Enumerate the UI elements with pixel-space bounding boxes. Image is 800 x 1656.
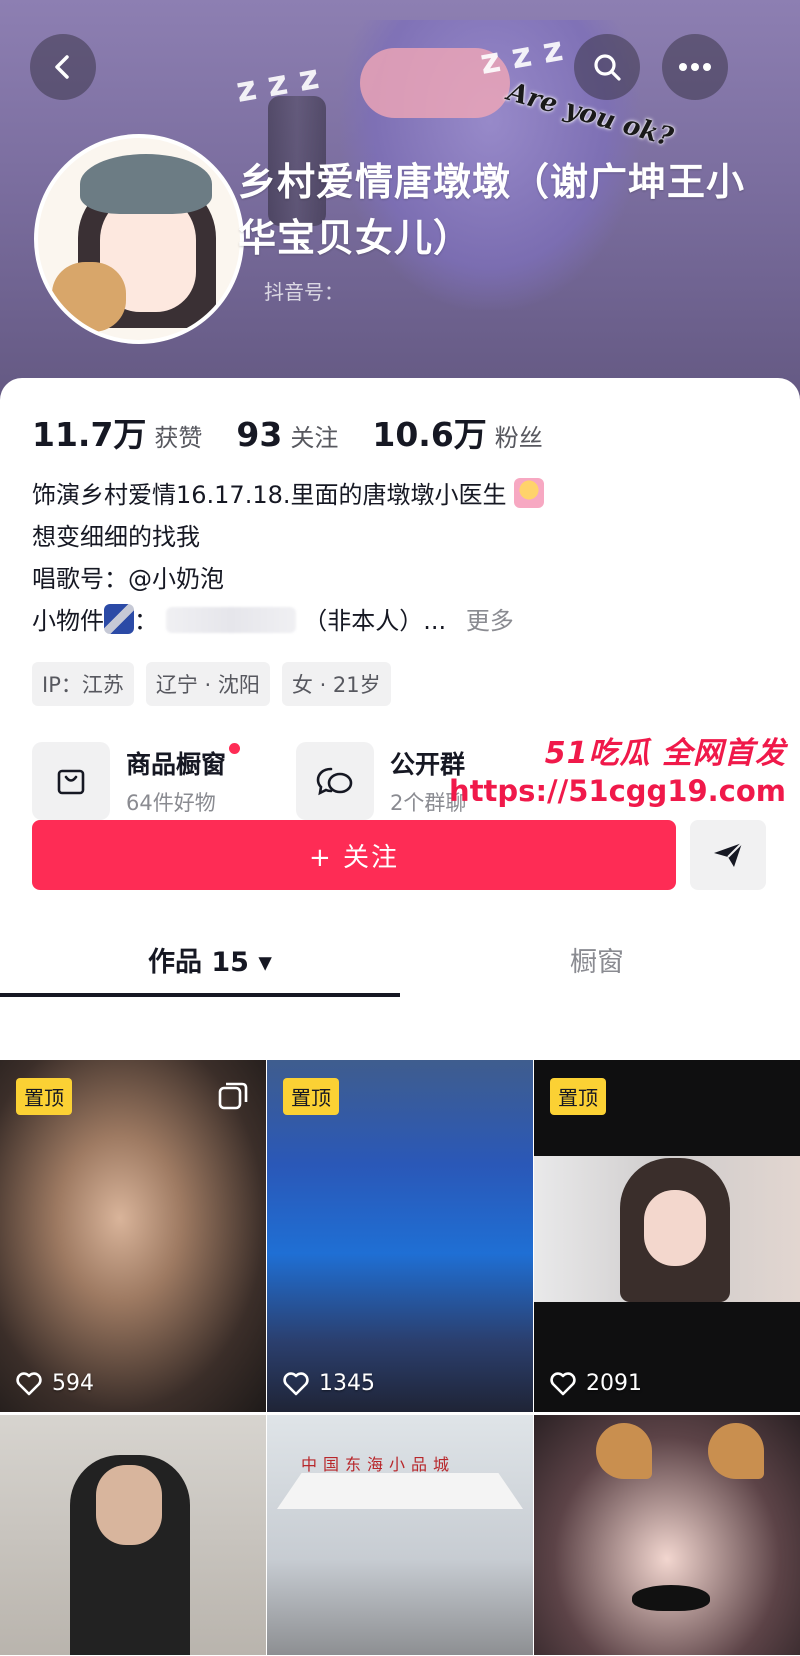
video-tile[interactable]: 置顶 2091 bbox=[534, 1060, 800, 1412]
bio-line: 小物件 ： （非本人）... 更多 bbox=[32, 600, 544, 642]
heart-icon bbox=[16, 1371, 42, 1395]
video-likes: 594 bbox=[16, 1371, 94, 1396]
send-icon bbox=[714, 842, 743, 867]
stat-likes-value: 11.7万 bbox=[32, 415, 147, 454]
satellite-emoji-icon bbox=[104, 604, 134, 634]
dog-ear-right bbox=[708, 1423, 764, 1479]
watermark: 51吃瓜 全网首发 https://51cgg19.com bbox=[449, 728, 786, 808]
avatar[interactable] bbox=[34, 134, 244, 344]
video-thumbnail-face bbox=[96, 1465, 162, 1545]
follow-button[interactable]: + 关注 bbox=[32, 820, 676, 890]
bio-line-4-colon: ： bbox=[134, 607, 158, 635]
stat-followers-label: 粉丝 bbox=[494, 424, 543, 452]
watermark-url: https://51cgg19.com bbox=[449, 774, 786, 808]
pinned-badge: 置顶 bbox=[550, 1078, 606, 1115]
doctor-emoji-icon bbox=[514, 478, 545, 508]
multi-image-icon bbox=[218, 1082, 248, 1110]
video-thumbnail-face bbox=[644, 1190, 706, 1266]
back-icon bbox=[55, 55, 69, 79]
more-button[interactable] bbox=[662, 34, 728, 100]
avatar-cap bbox=[80, 154, 212, 214]
video-tile[interactable]: 置顶 1345 bbox=[267, 1060, 533, 1412]
stat-following[interactable]: 93 关注 bbox=[236, 415, 338, 454]
more-icon bbox=[679, 63, 711, 71]
bio-line-4-suffix: （非本人）... bbox=[303, 607, 447, 635]
stat-followers[interactable]: 10.6万 粉丝 bbox=[372, 408, 542, 456]
group-icon-box bbox=[296, 742, 374, 820]
content-tabs: 作品 15 ▾ 橱窗 bbox=[0, 926, 800, 998]
heart-icon bbox=[550, 1371, 576, 1395]
shop-window-title: 商品橱窗 bbox=[126, 750, 227, 779]
pinned-badge: 置顶 bbox=[283, 1078, 339, 1115]
video-likes: 2091 bbox=[550, 1371, 642, 1396]
chat-bubbles-icon bbox=[316, 767, 353, 796]
stat-followers-value: 10.6万 bbox=[372, 415, 487, 454]
stat-likes[interactable]: 11.7万 获赞 bbox=[32, 408, 202, 456]
video-thumbnail-building bbox=[277, 1473, 523, 1509]
profile-nickname: 乡村爱情唐墩墩（谢广坤王小华宝贝女儿） bbox=[238, 160, 746, 260]
watermark-title: 51吃瓜 全网首发 bbox=[544, 736, 786, 771]
bio-line: 饰演乡村爱情16.17.18.里面的唐墩墩小医生 bbox=[32, 474, 545, 516]
shop-icon-box bbox=[32, 742, 110, 820]
heart-icon bbox=[283, 1371, 309, 1395]
video-likes-count: 2091 bbox=[586, 1371, 642, 1396]
bio-line-4-prefix: 小物件 bbox=[32, 607, 104, 635]
tab-works[interactable]: 作品 15 ▾ bbox=[148, 940, 272, 979]
tag-location: 辽宁 · 沈阳 bbox=[145, 662, 270, 706]
tag-ip: IP：江苏 bbox=[32, 662, 134, 706]
video-likes-count: 1345 bbox=[319, 1371, 375, 1396]
tab-active-indicator bbox=[0, 993, 400, 997]
video-likes: 1345 bbox=[283, 1371, 375, 1396]
shop-window-title-wrap: 商品橱窗 bbox=[126, 743, 241, 781]
back-button[interactable] bbox=[30, 34, 96, 100]
bio-more-link[interactable]: 更多 bbox=[466, 607, 514, 635]
mustache-sticker bbox=[632, 1585, 710, 1611]
video-grid: 置顶 594 置顶 1345 置顶 2091 中国东海小品城 bbox=[0, 1060, 800, 1655]
video-tile[interactable]: 中国东海小品城 bbox=[267, 1415, 533, 1655]
stat-likes-label: 获赞 bbox=[154, 424, 203, 452]
stat-following-value: 93 bbox=[236, 415, 283, 454]
video-tile[interactable]: 置顶 594 bbox=[0, 1060, 266, 1412]
video-tile[interactable] bbox=[534, 1415, 800, 1655]
notification-dot bbox=[229, 743, 241, 754]
stats-row: 11.7万 获赞 93 关注 10.6万 粉丝 bbox=[32, 408, 577, 456]
blurred-text bbox=[165, 607, 296, 633]
share-button[interactable] bbox=[690, 820, 766, 890]
video-tile[interactable] bbox=[0, 1415, 266, 1655]
pinned-badge: 置顶 bbox=[16, 1078, 72, 1115]
douyin-id[interactable]: 抖音号： bbox=[264, 276, 344, 305]
tag-gender-age: 女 · 21岁 bbox=[281, 662, 391, 706]
dog-ear-left bbox=[596, 1423, 652, 1479]
bio-line-3: 唱歌号：@小奶泡 bbox=[32, 565, 224, 593]
shop-window-entry[interactable]: 商品橱窗 64件好物 bbox=[32, 742, 296, 820]
bio[interactable]: 饰演乡村爱情16.17.18.里面的唐墩墩小医生 想变细细的找我 唱歌号：@小奶… bbox=[32, 474, 545, 642]
profile-banner: z z z z z z Are you ok? 乡村爱情唐墩墩（谢广坤王小华宝贝… bbox=[0, 0, 800, 420]
tab-showcase[interactable]: 橱窗 bbox=[570, 940, 624, 979]
search-icon bbox=[594, 54, 621, 81]
avatar-dog bbox=[52, 262, 126, 332]
shopping-bag-icon bbox=[57, 769, 85, 795]
shop-window-subtitle: 64件好物 bbox=[126, 791, 216, 815]
bio-line-1: 饰演乡村爱情16.17.18.里面的唐墩墩小医生 bbox=[32, 481, 507, 509]
bio-line-2: 想变细细的找我 bbox=[32, 523, 200, 551]
video-likes-count: 594 bbox=[52, 1371, 94, 1396]
stat-following-label: 关注 bbox=[290, 424, 339, 452]
search-button[interactable] bbox=[574, 34, 640, 100]
video-thumbnail-sign: 中国东海小品城 bbox=[301, 1455, 456, 1474]
profile-tags: IP：江苏 辽宁 · 沈阳 女 · 21岁 bbox=[32, 662, 403, 706]
